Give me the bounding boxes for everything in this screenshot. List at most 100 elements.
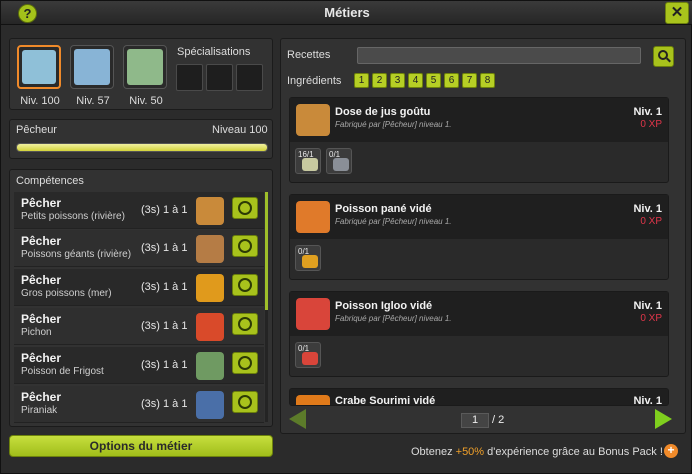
target-icon <box>238 239 252 253</box>
competence-range: (3s) 1 à 1 <box>141 398 188 410</box>
competence-action-button[interactable] <box>232 197 258 219</box>
resource-item-icon[interactable] <box>196 391 224 419</box>
recipe-name: Dose de jus goûtu <box>335 106 431 118</box>
ingredient-count-filter[interactable]: 1 <box>354 73 369 88</box>
specialisation-slot[interactable] <box>206 64 233 91</box>
job-fishing[interactable] <box>17 45 61 89</box>
ingredient-count-filter[interactable]: 8 <box>480 73 495 88</box>
recipe-card[interactable]: Poisson pané vidé Fabriqué par [Pêcheur]… <box>289 194 669 280</box>
recipe-made-by: Fabriqué par [Pêcheur] niveau 1. <box>335 120 452 129</box>
resource-item-icon[interactable] <box>196 352 224 380</box>
competence-row: Pêcher Pichon (3s) 1 à 1 <box>14 308 264 345</box>
job-options-button[interactable]: Options du métier <box>9 435 273 457</box>
resource-item-icon[interactable] <box>196 274 224 302</box>
competence-range: (3s) 1 à 1 <box>141 242 188 254</box>
competence-name: Pêcher <box>21 390 62 404</box>
target-icon <box>238 317 252 331</box>
target-icon <box>238 278 252 292</box>
bonus-suffix: d'expérience grâce au Bonus Pack ! <box>484 446 663 458</box>
specialisations-label: Spécialisations <box>177 46 251 58</box>
recipe-item-icon <box>296 395 330 405</box>
recipe-header: Poisson pané vidé Fabriqué par [Pêcheur]… <box>290 195 668 239</box>
job-xp-fill <box>17 144 267 151</box>
jobs-panel: Niv. 100 Niv. 57 Niv. 50 Spécialisations <box>9 38 273 110</box>
ingredient-slot[interactable]: 16/1 <box>295 148 321 174</box>
competence-resource: Piraniak <box>21 405 58 416</box>
recipe-level: Niv. 1 <box>633 106 662 118</box>
recipe-header: Crabe Sourimi vidé Niv. 1 <box>290 389 668 406</box>
recipe-name: Crabe Sourimi vidé <box>335 395 436 406</box>
close-button[interactable]: ✕ <box>665 2 689 24</box>
target-icon <box>238 201 252 215</box>
competence-name: Pêcher <box>21 351 62 365</box>
recipe-card[interactable]: Crabe Sourimi vidé Niv. 1 <box>289 388 669 406</box>
page-total: / 2 <box>492 414 505 426</box>
competences-scroll-thumb[interactable] <box>265 192 268 310</box>
current-job-name: Pêcheur <box>16 124 57 136</box>
next-page-arrow[interactable] <box>655 409 672 429</box>
recipes-label: Recettes <box>287 49 331 61</box>
competence-action-button[interactable] <box>232 235 258 257</box>
recipe-card[interactable]: Dose de jus goûtu Fabriqué par [Pêcheur]… <box>289 97 669 183</box>
job-level: Niv. 50 <box>129 95 163 107</box>
recipe-xp: 0 XP <box>640 313 662 324</box>
previous-page-arrow[interactable] <box>289 409 306 429</box>
recipe-made-by: Fabriqué par [Pêcheur] niveau 1. <box>335 314 452 323</box>
job-lumberjack[interactable] <box>123 45 167 89</box>
job-level: Niv. 100 <box>20 95 60 107</box>
job-tailor[interactable] <box>70 45 114 89</box>
ingredient-count-filter[interactable]: 2 <box>372 73 387 88</box>
page-number-input[interactable]: 1 <box>461 413 489 428</box>
recipe-card[interactable]: Poisson Igloo vidé Fabriqué par [Pêcheur… <box>289 291 669 377</box>
specialisation-slot[interactable] <box>176 64 203 91</box>
window-title: Métiers <box>324 5 370 20</box>
competence-name: Pêcher <box>21 234 62 248</box>
competence-row: Pêcher Poissons géants (rivière) (3s) 1 … <box>14 230 264 267</box>
specialisation-slot[interactable] <box>236 64 263 91</box>
competence-name: Pêcher <box>21 312 62 326</box>
recipe-level: Niv. 1 <box>633 300 662 312</box>
competence-resource: Petits poissons (rivière) <box>21 211 125 222</box>
competence-range: (3s) 1 à 1 <box>141 359 188 371</box>
metiers-window: ? Métiers ✕ Niv. 100 Niv. 57 Niv. 50 Spé… <box>0 0 692 474</box>
recipe-item-icon <box>296 201 330 233</box>
ingredient-icon <box>302 255 318 268</box>
recipe-search-input[interactable] <box>357 47 641 64</box>
competence-row: Pêcher Poisson de Frigost (3s) 1 à 1 <box>14 347 264 384</box>
competence-action-button[interactable] <box>232 274 258 296</box>
ingredient-count-filter[interactable]: 5 <box>426 73 441 88</box>
competence-action-button[interactable] <box>232 391 258 413</box>
ingredient-slot[interactable]: 0/1 <box>326 148 352 174</box>
target-icon <box>238 395 252 409</box>
competence-range: (3s) 1 à 1 <box>141 320 188 332</box>
bonus-pack-text: Obtenez +50% d'expérience grâce au Bonus… <box>411 446 663 458</box>
competence-action-button[interactable] <box>232 313 258 335</box>
recipe-level: Niv. 1 <box>633 395 662 406</box>
resource-item-icon[interactable] <box>196 235 224 263</box>
resource-item-icon[interactable] <box>196 313 224 341</box>
ingredient-icon <box>333 158 349 171</box>
job-xp-bar <box>16 143 268 152</box>
ingredient-slot[interactable]: 0/1 <box>295 342 321 368</box>
bonus-pack-plus-icon[interactable]: + <box>664 444 678 458</box>
ingredient-count-filter[interactable]: 6 <box>444 73 459 88</box>
search-button[interactable] <box>653 46 674 67</box>
axe-icon <box>127 49 163 85</box>
ingredient-count-filter[interactable]: 4 <box>408 73 423 88</box>
competence-name: Pêcher <box>21 196 62 210</box>
competence-resource: Pichon <box>21 327 52 338</box>
job-level: Niv. 57 <box>76 95 110 107</box>
recipe-header: Poisson Igloo vidé Fabriqué par [Pêcheur… <box>290 292 668 336</box>
ingredient-slot[interactable]: 0/1 <box>295 245 321 271</box>
ingredient-icon <box>302 352 318 365</box>
resource-item-icon[interactable] <box>196 197 224 225</box>
ingredient-count-filter[interactable]: 3 <box>390 73 405 88</box>
competence-action-button[interactable] <box>232 352 258 374</box>
recipe-xp: 0 XP <box>640 119 662 130</box>
ingredient-count-filter[interactable]: 7 <box>462 73 477 88</box>
current-job-level: Niveau 100 <box>212 124 268 136</box>
competence-row: Pêcher Piraniak (3s) 1 à 1 <box>14 386 264 423</box>
recipe-xp: 0 XP <box>640 216 662 227</box>
competence-range: (3s) 1 à 1 <box>141 281 188 293</box>
competence-resource: Poisson de Frigost <box>21 366 104 377</box>
